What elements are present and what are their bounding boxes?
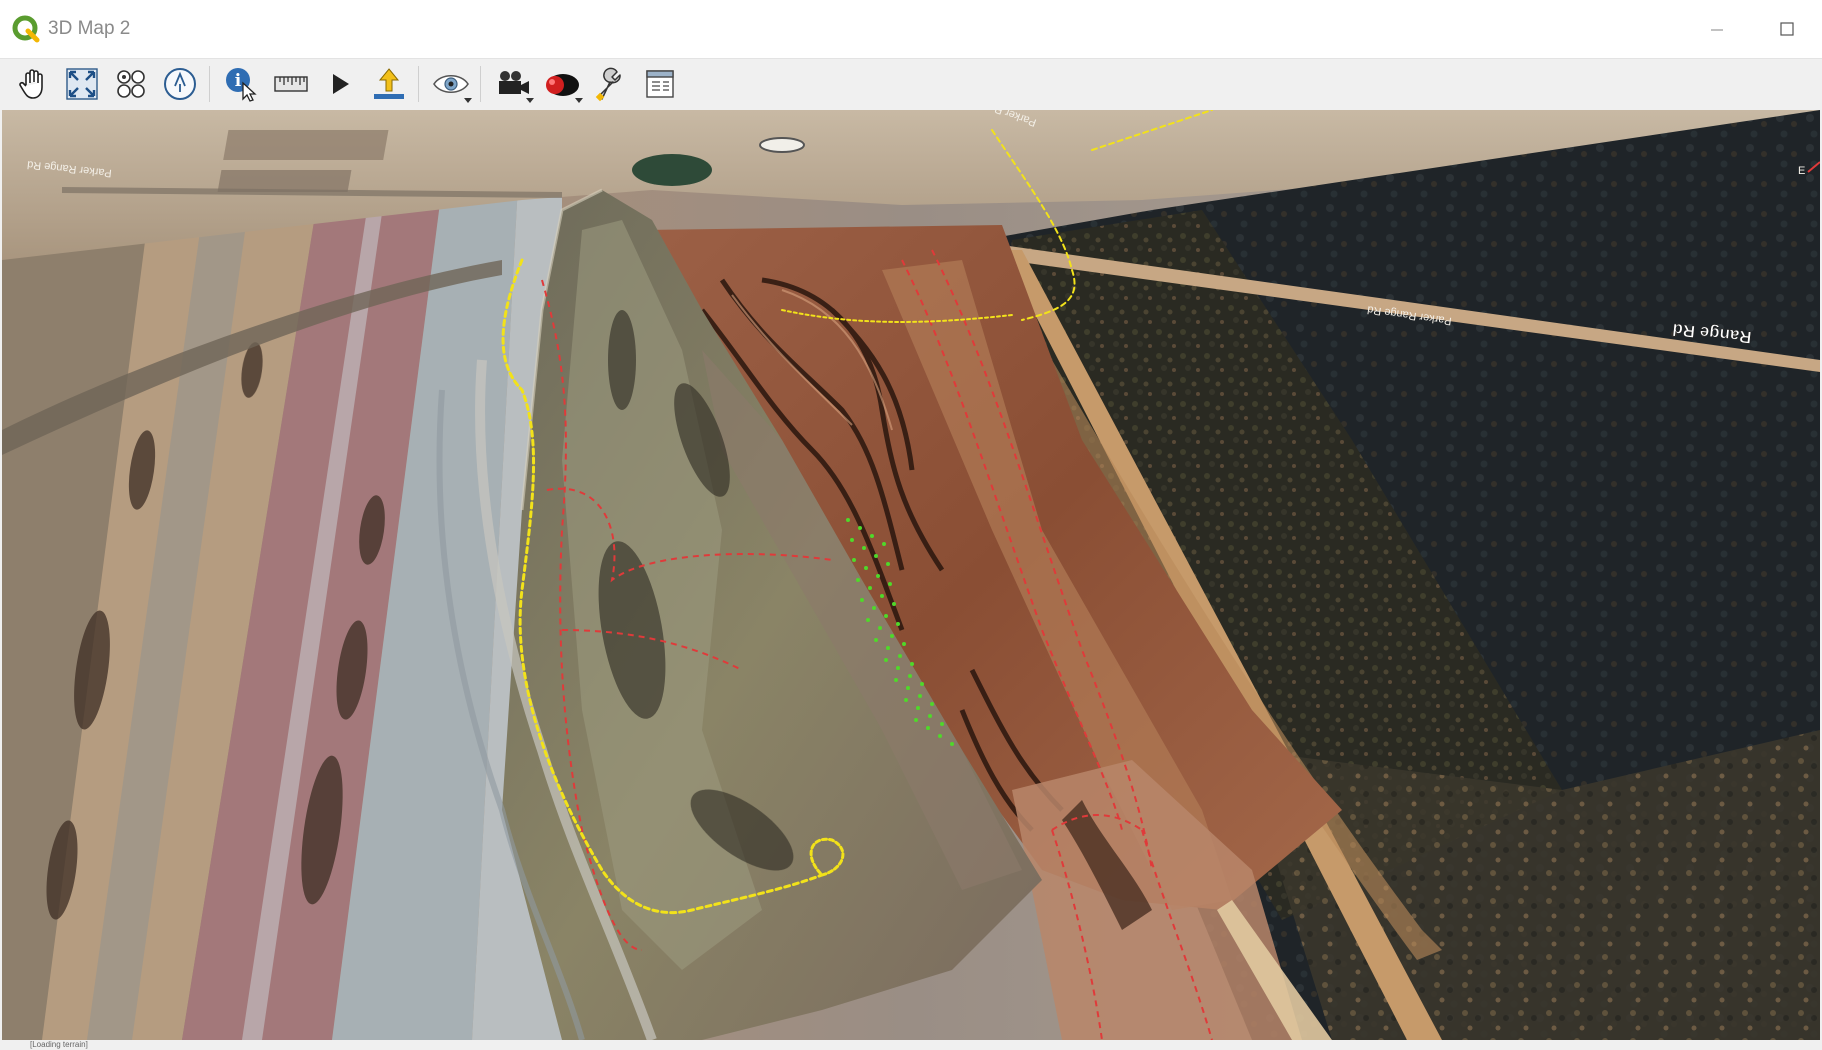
identify-tool[interactable]: i: [221, 63, 263, 105]
toolbar-separator: [209, 66, 210, 102]
nav-controls-icon: [117, 70, 145, 98]
export-3d-scene-tool[interactable]: [368, 63, 410, 105]
title-bar: 3D Map 2: [0, 0, 1822, 59]
map-3d-canvas[interactable]: Range Rd Parker Range Rd Parker Range Rd…: [2, 110, 1820, 1040]
camera-view-tool[interactable]: [430, 63, 472, 105]
zoom-full-tool[interactable]: [61, 63, 103, 105]
export-icon: [374, 68, 404, 99]
status-bar: [Loading terrain]: [0, 1040, 1822, 1050]
effects-tool[interactable]: [541, 63, 583, 105]
compass-label: E: [1798, 165, 1805, 177]
maximize-button[interactable]: [1752, 0, 1822, 58]
compass-icon: [164, 68, 196, 100]
pan-tool[interactable]: [12, 63, 54, 105]
toolbar-separator: [418, 66, 419, 102]
layout-tool[interactable]: [639, 63, 681, 105]
measure-line-tool[interactable]: [270, 63, 312, 105]
animations-tool[interactable]: [319, 63, 361, 105]
configure-tool[interactable]: [590, 63, 632, 105]
play-icon: [333, 74, 349, 94]
reset-north-tool[interactable]: [159, 63, 201, 105]
minimize-button[interactable]: [1682, 0, 1752, 58]
wrench-icon: [595, 67, 621, 102]
dropdown-arrow-icon: [464, 98, 472, 103]
zoom-full-icon: [66, 68, 98, 100]
minimize-icon: [1711, 29, 1723, 31]
status-text: [Loading terrain]: [30, 1040, 88, 1049]
toggle-on-screen-nav-tool[interactable]: [110, 63, 152, 105]
terrain-scene: Range Rd Parker Range Rd Parker Range Rd…: [2, 110, 1820, 1040]
layout-icon: [646, 70, 674, 98]
video-camera-icon: [499, 71, 529, 94]
dropdown-arrow-icon: [575, 98, 583, 103]
shading-icon: [546, 74, 579, 96]
identify-icon: i: [226, 68, 257, 102]
map-3d-toolbar: i: [0, 59, 1822, 109]
eye-icon: [433, 74, 469, 94]
window-title: 3D Map 2: [48, 18, 131, 39]
qgis-logo-icon: [12, 15, 40, 43]
svg-text:i: i: [235, 71, 242, 91]
maximize-icon: [1780, 22, 1794, 36]
toolbar-separator: [480, 66, 481, 102]
hand-icon: [19, 69, 43, 99]
camera-tool[interactable]: [492, 63, 534, 105]
ruler-icon: [274, 76, 308, 92]
dropdown-arrow-icon: [526, 98, 534, 103]
window-controls: [1682, 0, 1822, 58]
